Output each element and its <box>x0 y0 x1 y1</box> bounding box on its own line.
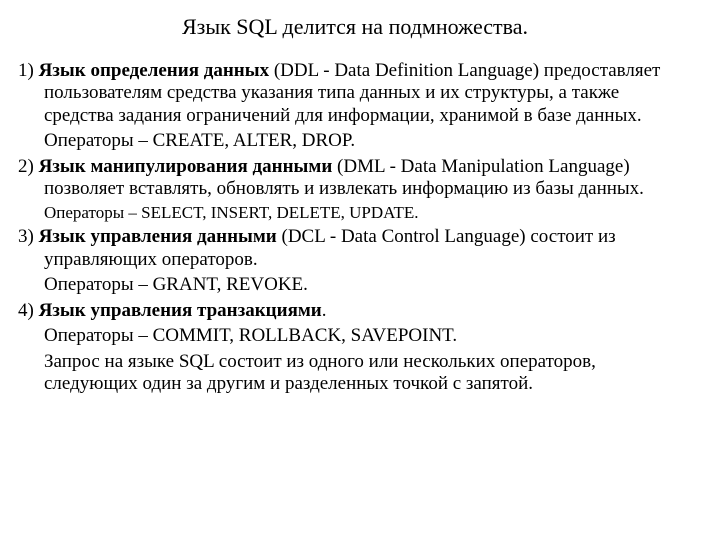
item-2-num: 2) <box>18 156 39 177</box>
item-4: 4) Язык управления транзакциями. <box>18 300 692 322</box>
item-3-num: 3) <box>18 226 39 247</box>
item-4-ops: Операторы – COMMIT, ROLLBACK, SAVEPOINT. <box>18 325 692 347</box>
item-1-bold: Язык определения данных <box>39 60 270 81</box>
item-2-bold: Язык манипулирования данными <box>39 156 333 177</box>
footer-text: Запрос на языке SQL состоит из одного ил… <box>18 351 692 396</box>
item-2-ops: Операторы – SELECT, INSERT, DELETE, UPDA… <box>18 203 692 223</box>
item-1: 1) Язык определения данных (DDL - Data D… <box>18 60 692 127</box>
item-4-bold: Язык управления транзакциями <box>39 300 322 321</box>
item-3-bold: Язык управления данными <box>39 226 277 247</box>
item-3-ops: Операторы – GRANT, REVOKE. <box>18 274 692 296</box>
item-4-num: 4) <box>18 300 39 321</box>
item-2: 2) Язык манипулирования данными (DML - D… <box>18 156 692 201</box>
item-4-rest: . <box>322 300 327 321</box>
item-3: 3) Язык управления данными (DCL - Data C… <box>18 226 692 271</box>
page-title: Язык SQL делится на подмножества. <box>18 14 692 40</box>
item-1-ops: Операторы – CREATE, ALTER, DROP. <box>18 130 692 152</box>
item-1-num: 1) <box>18 60 39 81</box>
